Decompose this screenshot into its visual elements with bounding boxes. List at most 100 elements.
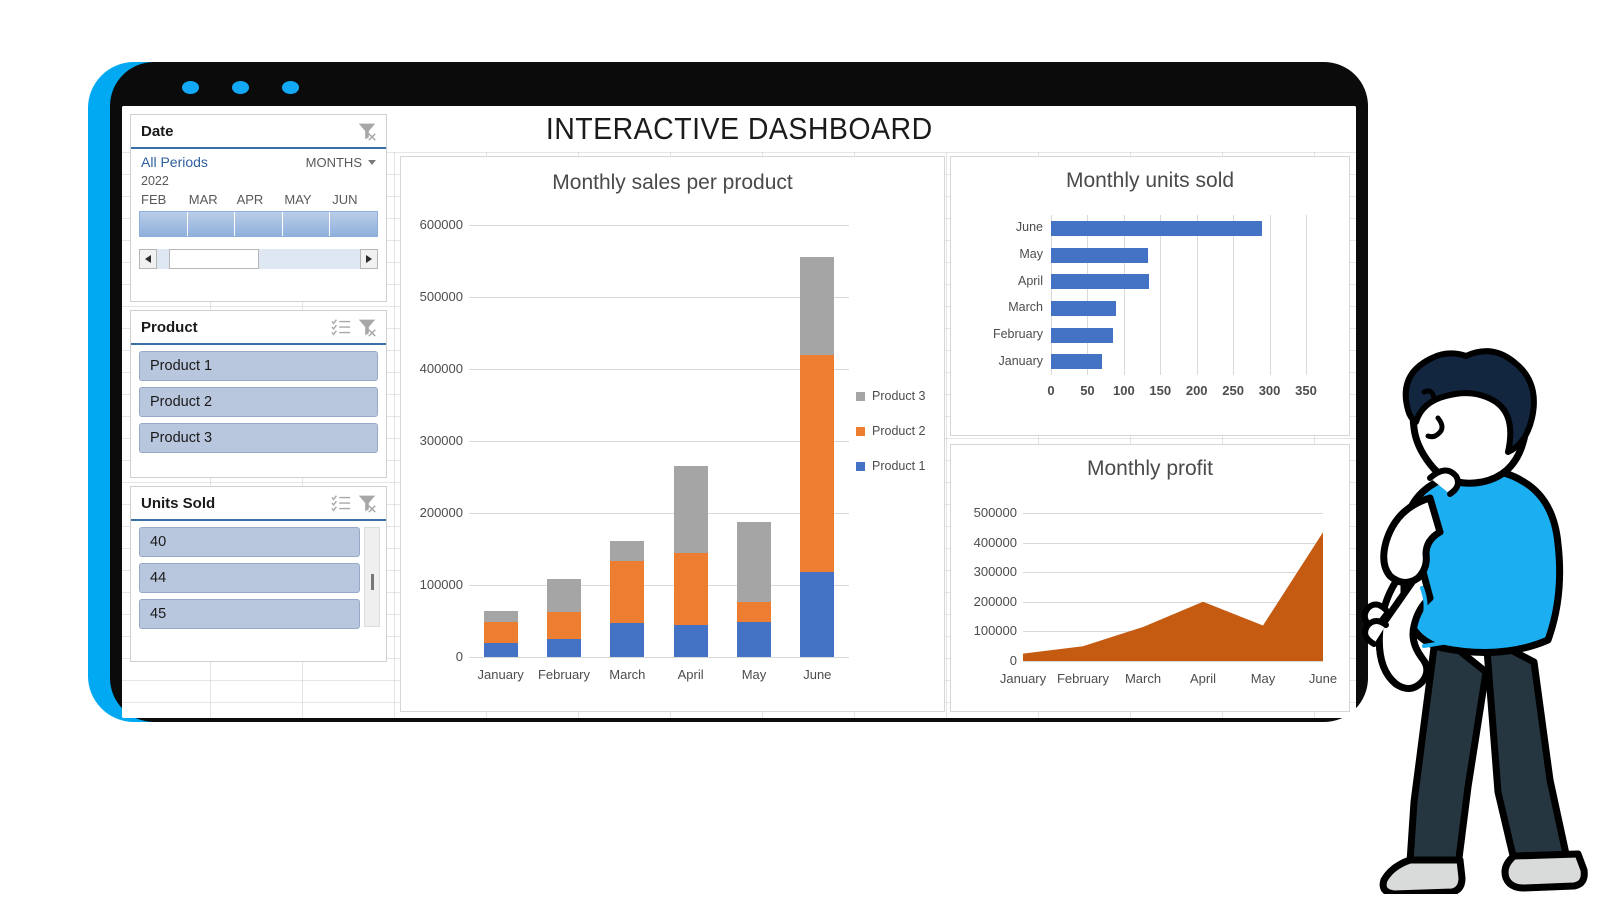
camera-dot-1 xyxy=(182,81,199,94)
y-axis-tick-label: 500000 xyxy=(419,289,463,304)
clear-filter-icon[interactable] xyxy=(356,120,378,142)
person-pointing-at-dashboard xyxy=(1361,348,1588,894)
slicer-date-month-ticks: FEB MAR APR MAY JUN xyxy=(131,188,386,207)
plot-area-sales: 0 100000 200000 300000 400000 500000 600000 Jan… xyxy=(420,217,849,682)
stacked-bar xyxy=(673,466,708,657)
slicer-item-product-1[interactable]: Product 1 xyxy=(139,351,378,381)
slicer-product-title: Product xyxy=(141,318,198,336)
chart-gridline xyxy=(1196,215,1198,375)
x-axis-tick-label: 300 xyxy=(1258,383,1281,398)
timeline-segment[interactable] xyxy=(188,212,236,236)
chart-gridline xyxy=(1306,215,1307,375)
clear-filter-icon[interactable] xyxy=(356,492,378,514)
timeline-segment[interactable] xyxy=(235,212,283,236)
stacked-bar xyxy=(547,578,581,657)
y-axis-tick-label: 0 xyxy=(1009,653,1017,668)
y-axis-tick-label: 200000 xyxy=(419,505,463,520)
legend-swatch-product-2 xyxy=(856,426,865,436)
chart-gridline xyxy=(1051,215,1052,375)
slicer-column: Date All Periods MONTHS 2022 FEB MAR APR… xyxy=(122,106,387,662)
slicer-vertical-scrollbar[interactable] xyxy=(364,527,380,627)
legend-item: Product 3 xyxy=(856,389,942,403)
timeline-selection-bar[interactable] xyxy=(139,211,378,237)
chart-gridline xyxy=(469,513,849,514)
slicer-product[interactable]: Product Product 1 Product 2 Product 3 xyxy=(130,310,387,478)
chart-gridline xyxy=(469,585,849,586)
month-tick[interactable]: APR xyxy=(235,192,283,207)
bar-segment-product-3 xyxy=(737,522,771,602)
chart-legend-sales: Product 3 Product 2 Product 1 xyxy=(856,389,942,494)
slicer-item-44[interactable]: 44 xyxy=(139,563,360,593)
clear-filter-icon[interactable] xyxy=(356,316,378,338)
slicer-units-sold-header: Units Sold xyxy=(131,487,386,521)
slicer-date-header: Date xyxy=(131,115,386,149)
y-axis-tick-label: March xyxy=(1008,300,1043,315)
chart-gridline xyxy=(469,657,849,658)
month-tick[interactable]: MAY xyxy=(282,192,330,207)
scroll-left-button[interactable] xyxy=(139,249,157,269)
slicer-item-product-3[interactable]: Product 3 xyxy=(139,423,378,453)
bar-segment-product-1 xyxy=(610,623,645,657)
slicer-item-45[interactable]: 45 xyxy=(139,599,360,629)
y-axis-tick-label: 300000 xyxy=(419,433,463,448)
horizontal-bar xyxy=(1051,354,1102,370)
multi-select-icon[interactable] xyxy=(330,492,352,514)
x-axis-tick-label: 150 xyxy=(1149,383,1172,398)
chart-monthly-profit: Monthly profit 0 100000 200000 300000 400000… xyxy=(950,444,1350,712)
bar-segment-product-1 xyxy=(483,642,518,657)
chart-monthly-sales-per-product: Monthly sales per product 0 100000 200000 3… xyxy=(400,156,945,712)
legend-item: Product 2 xyxy=(856,424,942,438)
timeline-segment[interactable] xyxy=(140,212,188,236)
x-axis-tick-label: 200 xyxy=(1185,383,1208,398)
slicer-date[interactable]: Date All Periods MONTHS 2022 FEB MAR APR… xyxy=(130,114,387,302)
timeline-segment[interactable] xyxy=(330,212,377,236)
chart-gridline xyxy=(469,441,849,442)
bar-segment-product-1 xyxy=(673,625,708,657)
bar-segment-product-2 xyxy=(483,622,518,643)
horizontal-bar xyxy=(1051,220,1263,236)
all-periods-label[interactable]: All Periods xyxy=(141,154,208,170)
date-level-dropdown[interactable]: MONTHS xyxy=(306,155,376,170)
chart-gridline xyxy=(469,369,849,370)
bar-segment-product-1 xyxy=(547,639,581,657)
scroll-right-button[interactable] xyxy=(360,249,378,269)
month-tick[interactable]: JUN xyxy=(330,192,378,207)
x-axis-tick-label: 100 xyxy=(1112,383,1135,398)
legend-label: Product 3 xyxy=(872,389,926,403)
horizontal-bar xyxy=(1051,247,1148,263)
bar-segment-product-3 xyxy=(547,578,581,612)
timeline-horizontal-scrollbar[interactable] xyxy=(139,249,378,269)
month-tick[interactable]: FEB xyxy=(139,192,187,207)
timeline-segment[interactable] xyxy=(283,212,331,236)
slicer-item-product-2[interactable]: Product 2 xyxy=(139,387,378,417)
triangle-right-icon xyxy=(366,255,372,263)
chart-gridline xyxy=(1160,215,1162,375)
multi-select-icon[interactable] xyxy=(330,316,352,338)
chart-monthly-units-sold: Monthly units sold 0 50 100 150 200 250 300 350… xyxy=(950,156,1350,436)
slicer-product-items: Product 1 Product 2 Product 3 xyxy=(131,345,386,453)
plot-area-profit: 0 100000 200000 300000 400000 500000 January Fe… xyxy=(974,505,1337,686)
bar-segment-product-2 xyxy=(800,355,835,573)
slicer-date-year: 2022 xyxy=(141,174,169,188)
slicer-date-title: Date xyxy=(141,122,174,140)
slicer-units-sold[interactable]: Units Sold 40 44 45 xyxy=(130,486,387,662)
scrollbar-thumb[interactable] xyxy=(169,249,259,269)
bar-segment-product-3 xyxy=(483,610,518,623)
x-axis-tick-label: 0 xyxy=(1047,383,1055,398)
chart-gridline xyxy=(1123,215,1125,375)
legend-swatch-product-3 xyxy=(856,391,865,401)
chart-title-units: Monthly units sold xyxy=(1065,169,1235,192)
y-axis-tick-label: 500000 xyxy=(973,505,1017,520)
horizontal-bar xyxy=(1051,300,1116,316)
slicer-item-40[interactable]: 40 xyxy=(139,527,360,557)
camera-dot-2 xyxy=(232,81,249,94)
y-axis-tick-label: April xyxy=(1017,273,1043,288)
month-tick[interactable]: MAR xyxy=(187,192,235,207)
chart-gridline xyxy=(1233,215,1235,375)
scrollbar-thumb[interactable] xyxy=(371,574,374,590)
legend-swatch-product-1 xyxy=(856,461,865,471)
y-axis-tick-label: 200000 xyxy=(973,593,1017,609)
y-axis-tick-label: June xyxy=(1015,220,1043,235)
slicer-product-header: Product xyxy=(131,311,386,345)
date-level-value: MONTHS xyxy=(305,154,362,170)
